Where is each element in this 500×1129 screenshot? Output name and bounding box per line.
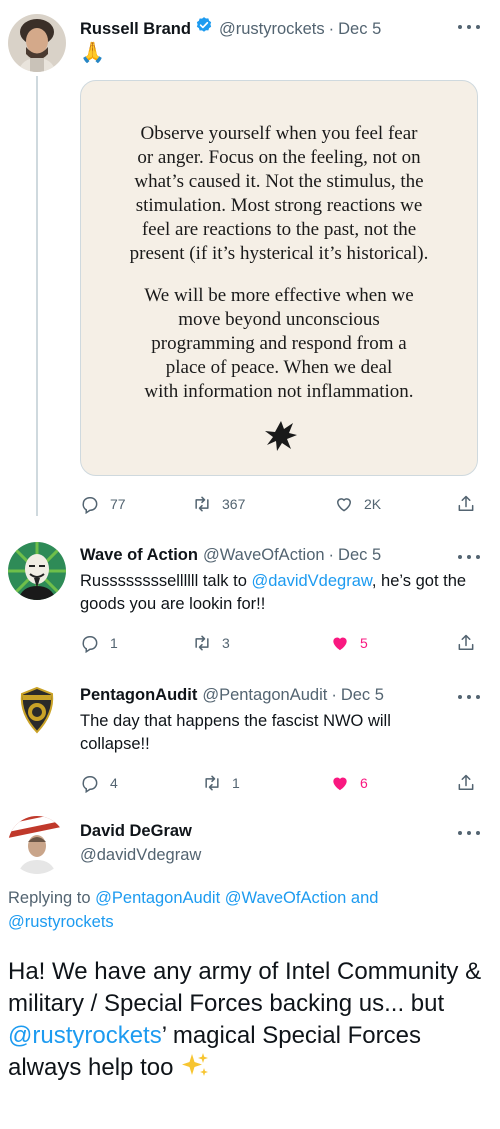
reply-button[interactable]: 1 [80,631,118,655]
heart-filled-icon [333,777,347,791]
tweet-actions: 1 3 5 [80,631,480,655]
like-button[interactable]: 6 [330,771,368,795]
tweet-wave-of-action[interactable]: Wave of Action @WaveOfAction · Dec 5 Rus… [0,530,500,670]
replying-to-mentions[interactable]: @PentagonAudit @WaveOfAction [95,889,346,907]
mention-link[interactable]: @davidVdegraw [251,572,371,590]
quote-line: feel are reactions to the past, not the [141,219,417,240]
tweet-header: David DeGraw [80,822,456,841]
retweet-button[interactable]: 3 [192,631,230,655]
retweet-icon [205,775,219,791]
quote-paragraph-2: We will be more effective when we move b… [81,284,477,404]
share-button[interactable] [456,771,476,795]
separator-dot: · [331,686,337,704]
more-options-icon[interactable] [458,824,480,842]
tweet-header: PentagonAudit @PentagonAudit · Dec 5 [80,686,456,705]
reply-count: 1 [110,635,118,651]
share-icon [458,634,474,650]
tweet-pentagon-audit[interactable]: PentagonAudit @PentagonAudit · Dec 5 The… [0,670,500,806]
reply-button[interactable]: 77 [80,492,126,516]
replying-to: Replying to @PentagonAudit @WaveOfAction… [8,886,488,934]
heart-icon [336,498,352,512]
like-button[interactable]: 5 [330,631,368,655]
retweet-count: 1 [232,775,240,791]
share-icon [458,495,474,511]
bird-logo-icon [265,421,297,451]
tweet-date[interactable]: Dec 5 [338,20,381,39]
author-handle[interactable]: @rustyrockets [219,20,325,39]
tweet-actions: 77 367 2K [80,492,480,516]
like-count: 2K [364,496,382,512]
retweet-button[interactable]: 1 [202,771,240,795]
retweet-icon [195,635,209,651]
quote-line: Observe yourself when you feel fear [140,123,418,144]
heart-filled-icon [333,637,347,651]
quote-line: We will be more effective when we [144,285,414,306]
quote-line: or anger. Focus on the feeling, not on [137,147,421,168]
reply-icon [82,776,98,793]
quote-line: with information not inflammation. [144,381,414,402]
avatar-russell-brand[interactable] [8,14,66,72]
tweet-text: 🙏 [80,42,105,64]
quote-line: place of peace. When we deal [165,357,393,378]
replying-to-last-mention[interactable]: @rustyrockets [8,913,114,931]
tweet-date[interactable]: Dec 5 [341,686,384,705]
quote-line: programming and respond from a [151,333,407,354]
separator-dot: · [328,20,335,38]
author-handle-row: @davidVdegraw [80,846,456,865]
replying-to-label: Replying to [8,889,96,907]
like-count: 5 [360,635,368,651]
avatar-wave-of-action[interactable] [8,542,66,600]
quote-line: what’s caused it. Not the stimulus, the [134,171,424,192]
retweet-button[interactable]: 367 [192,492,245,516]
tweet-russell-brand[interactable]: Russell Brand @rustyrockets · Dec 5 🙏 Ob… [0,0,500,530]
more-options-icon[interactable] [458,688,480,706]
author-name[interactable]: PentagonAudit [80,686,197,705]
avatar-pentagon-audit[interactable] [8,682,66,740]
reply-count: 77 [110,496,126,512]
tweet-date[interactable]: Dec 5 [338,546,381,565]
tweet-text: Ha! We have any army of Intel Community … [8,956,492,1084]
sparkles-emoji-icon [182,1053,209,1076]
like-count: 6 [360,775,368,791]
quote-paragraph-1: Observe yourself when you feel fear or a… [81,122,477,266]
reply-icon [82,497,98,514]
author-name[interactable]: David DeGraw [80,822,192,841]
share-button[interactable] [456,492,476,516]
reply-button[interactable]: 4 [80,771,118,795]
author-name[interactable]: Russell Brand [80,20,191,39]
more-options-icon[interactable] [458,18,480,36]
like-button[interactable]: 2K [334,492,381,516]
verified-badge-icon [195,16,213,34]
quote-line: present (if it’s hysterical it’s histori… [129,243,429,264]
tweet-text-part: Russssssssellllll talk to [80,572,252,590]
more-options-icon[interactable] [458,548,480,566]
avatar-david-degraw[interactable] [8,816,66,874]
tweet-text: The day that happens the fascist NWO wil… [80,712,391,753]
reply-icon [82,636,98,653]
author-handle[interactable]: @davidVdegraw [80,846,201,865]
tweet-text: Russssssssellllll talk to @davidVdegraw,… [80,570,476,616]
mention-link[interactable]: @rustyrockets [8,1022,162,1049]
quote-line: stimulation. Most strong reactions we [135,195,423,216]
tweet-actions: 4 1 6 [80,771,480,795]
share-button[interactable] [456,631,476,655]
retweet-count: 3 [222,635,230,651]
author-handle[interactable]: @WaveOfAction [203,546,325,565]
tweet-text-part: Ha! We have any army of Intel Community … [8,958,482,1017]
retweet-icon [195,496,209,512]
author-name[interactable]: Wave of Action [80,546,198,565]
quote-image-card[interactable]: Observe yourself when you feel fear or a… [80,80,478,476]
reply-count: 4 [110,775,118,791]
author-handle[interactable]: @PentagonAudit [202,686,327,705]
quote-line: move beyond unconscious [178,309,380,330]
tweet-header: Russell Brand @rustyrockets · Dec 5 [80,16,456,39]
replying-to-and[interactable]: and [346,889,379,907]
share-icon [458,774,474,790]
separator-dot: · [328,546,335,564]
tweet-header: Wave of Action @WaveOfAction · Dec 5 [80,546,456,565]
retweet-count: 367 [222,496,246,512]
